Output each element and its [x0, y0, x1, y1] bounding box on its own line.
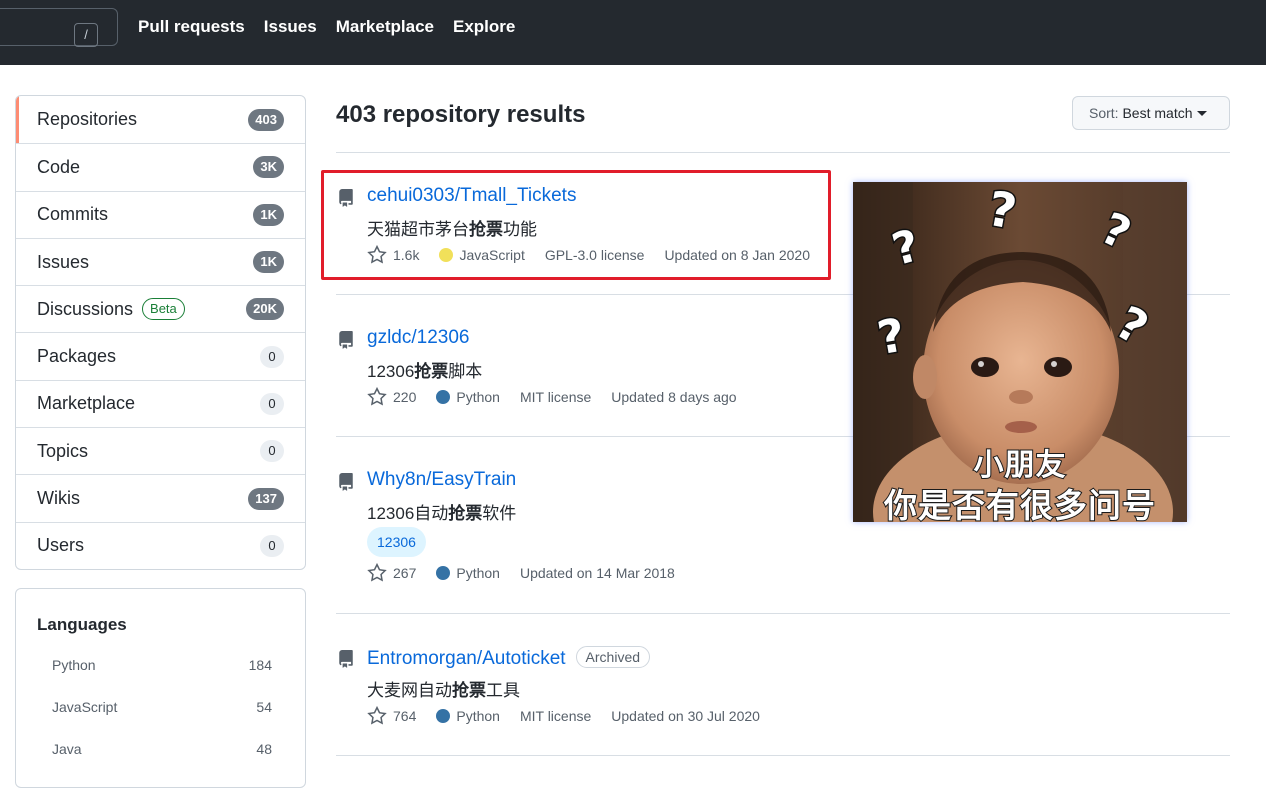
annotation-highlight-box	[321, 170, 831, 280]
menu-item-count: 0	[260, 534, 284, 557]
star-icon	[367, 706, 387, 725]
language-name: JavaScript	[52, 699, 118, 715]
repo-meta: 220 Python MIT license Updated 8 days ag…	[367, 387, 757, 407]
repo-updated: Updated on 14 Mar 2018	[519, 565, 675, 581]
menu-item-label: Issues	[37, 251, 90, 272]
repo-updated: Updated on 30 Jul 2020	[611, 708, 760, 724]
language-name: Python	[52, 657, 96, 673]
slash-shortcut-key: /	[74, 23, 98, 47]
language-item-java[interactable]: Java 48	[52, 741, 272, 757]
search-input[interactable]: /	[0, 8, 118, 47]
language-item-python[interactable]: Python 184	[52, 657, 272, 673]
stargazers-link[interactable]: 267	[367, 563, 416, 583]
menu-item-topics[interactable]: Topics 0	[16, 427, 305, 474]
language-color-dot	[436, 390, 451, 404]
star-icon	[367, 563, 387, 582]
repo-icon	[339, 473, 353, 491]
menu-item-code[interactable]: Code 3K	[16, 143, 305, 190]
search-type-menu: Repositories 403 Code 3K Commits 1K Issu…	[15, 95, 306, 570]
menu-item-label: Users	[37, 535, 85, 556]
repo-result: Entromorgan/Autoticket Archived 大麦网自动抢票工具…	[336, 646, 1230, 746]
menu-item-label: Topics	[37, 440, 89, 461]
repo-meta: 267 Python Updated on 14 Mar 2018	[367, 563, 695, 583]
language-count: 54	[256, 699, 272, 715]
language-color-dot	[436, 566, 451, 580]
menu-item-marketplace[interactable]: Marketplace 0	[16, 379, 305, 427]
menu-item-label: Marketplace	[37, 393, 136, 414]
menu-item-repositories[interactable]: Repositories 403	[16, 96, 305, 144]
repo-title-line: Entromorgan/Autoticket Archived	[367, 646, 651, 670]
language-item-javascript[interactable]: JavaScript 54	[52, 699, 272, 715]
menu-item-count: 137	[248, 487, 284, 510]
language-color-dot	[436, 709, 451, 723]
divider	[336, 755, 1230, 756]
menu-item-count: 0	[260, 345, 284, 368]
repo-license: MIT license	[519, 708, 592, 724]
menu-item-label: Repositories	[37, 109, 138, 130]
star-icon	[367, 387, 387, 406]
repo-language: Python	[436, 708, 500, 724]
repo-link[interactable]: Why8n/EasyTrain	[367, 469, 516, 491]
menu-item-label: Code	[37, 156, 81, 177]
menu-item-label: Packages	[37, 346, 117, 367]
language-count: 184	[248, 657, 272, 673]
language-name: Java	[52, 741, 82, 757]
repo-description: 12306自动抢票软件	[367, 504, 517, 523]
meme-caption-line1: 小朋友	[973, 447, 1067, 484]
menu-item-discussions[interactable]: Discussions Beta 20K	[16, 285, 305, 332]
repo-description: 大麦网自动抢票工具	[367, 681, 520, 700]
repo-updated: Updated 8 days ago	[611, 389, 737, 405]
beta-badge: Beta	[142, 298, 185, 321]
repo-language: Python	[436, 565, 500, 581]
archived-badge: Archived	[575, 646, 651, 668]
menu-item-count: 20K	[246, 298, 284, 321]
caret-down-icon	[1196, 111, 1207, 116]
menu-item-packages[interactable]: Packages 0	[16, 332, 305, 379]
menu-item-count: 0	[260, 392, 284, 415]
sort-prefix: Sort:	[1089, 105, 1119, 121]
menu-item-label: Discussions	[37, 298, 134, 319]
menu-item-count: 1K	[253, 251, 284, 274]
divider	[336, 613, 1230, 614]
header-nav: Pull requests Issues Marketplace Explore	[138, 17, 534, 37]
nav-marketplace[interactable]: Marketplace	[336, 17, 434, 37]
languages-heading: Languages	[37, 615, 127, 634]
menu-item-users[interactable]: Users 0	[16, 521, 305, 569]
nav-issues[interactable]: Issues	[264, 17, 317, 37]
meme-caption-line2: 你是否有很多问号	[883, 485, 1156, 522]
menu-item-label: Commits	[37, 204, 108, 225]
sort-value: Best match	[1122, 105, 1193, 121]
language-count: 48	[256, 741, 272, 757]
repo-icon	[339, 331, 353, 349]
divider	[336, 152, 1230, 153]
topic-tag[interactable]: 12306	[367, 527, 426, 557]
repo-description: 12306抢票脚本	[367, 362, 483, 381]
menu-item-count: 0	[260, 440, 284, 463]
nav-explore[interactable]: Explore	[453, 17, 515, 37]
repo-meta: 764 Python MIT license Updated on 30 Jul…	[367, 706, 780, 726]
menu-item-wikis[interactable]: Wikis 137	[16, 474, 305, 521]
menu-item-issues[interactable]: Issues 1K	[16, 237, 305, 285]
languages-panel: Languages Python 184 JavaScript 54 Java …	[15, 588, 306, 788]
menu-item-count: 3K	[253, 156, 284, 179]
repo-icon	[339, 650, 353, 668]
repo-link[interactable]: gzldc/12306	[367, 327, 469, 349]
nav-pull-requests[interactable]: Pull requests	[138, 17, 245, 37]
menu-item-count: 1K	[253, 203, 284, 226]
menu-item-label: Wikis	[37, 488, 80, 509]
top-header: / Pull requests Issues Marketplace Explo…	[0, 0, 1266, 65]
stargazers-link[interactable]: 764	[367, 706, 416, 726]
repo-link[interactable]: Entromorgan/Autoticket	[367, 648, 566, 669]
repo-language: Python	[436, 389, 500, 405]
results-heading: 403 repository results	[336, 101, 586, 128]
stargazers-link[interactable]: 220	[367, 387, 416, 407]
menu-item-count: 403	[248, 108, 284, 131]
menu-item-commits[interactable]: Commits 1K	[16, 190, 305, 238]
repo-license: MIT license	[519, 389, 592, 405]
sort-dropdown[interactable]: Sort: Best match	[1072, 96, 1230, 130]
meme-image: ? ? ? ? ? 小朋友 你是否有很多问号	[853, 182, 1187, 522]
